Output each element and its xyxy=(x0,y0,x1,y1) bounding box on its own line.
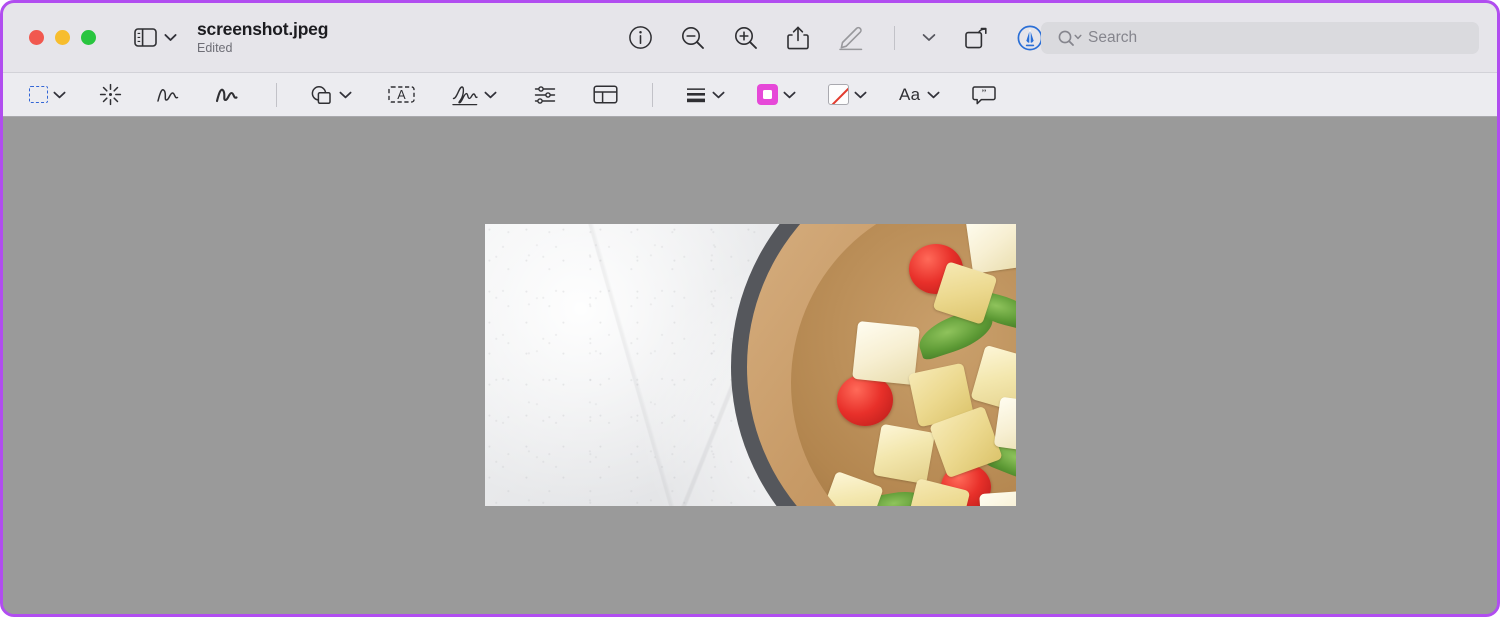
selection-chevron-down-icon[interactable] xyxy=(53,91,66,99)
sidebar-chevron-down-icon[interactable] xyxy=(164,33,177,42)
bowl-cavity xyxy=(790,224,1016,506)
sidebar-icon[interactable] xyxy=(134,28,157,47)
sketch-tool[interactable] xyxy=(155,84,181,106)
markup-group-selection xyxy=(29,83,240,106)
border-color-chevron-down-icon[interactable] xyxy=(783,91,796,99)
image-canvas[interactable] xyxy=(3,117,1497,614)
signature-chevron-down-icon[interactable] xyxy=(484,91,497,99)
markup-chevron-down-icon[interactable] xyxy=(922,33,936,42)
dashed-rect-icon xyxy=(29,86,48,103)
food-cube xyxy=(964,224,1016,274)
text-style-icon: Aa xyxy=(899,84,921,104)
search-input[interactable]: Search xyxy=(1041,22,1479,54)
svg-text:”: ” xyxy=(982,87,987,99)
instant-alpha-tool[interactable] xyxy=(99,83,122,106)
selection-tool[interactable] xyxy=(29,86,66,103)
svg-text:A: A xyxy=(397,88,406,102)
wooden-bowl xyxy=(730,224,1016,506)
shapes-tool[interactable] xyxy=(309,84,352,106)
text-box-icon: A xyxy=(388,84,415,105)
share-icon[interactable] xyxy=(786,25,810,51)
search-placeholder-text: Search xyxy=(1088,29,1138,46)
color-swatch-icon xyxy=(757,84,778,105)
text-style-tool[interactable]: Aa xyxy=(899,85,940,105)
titlebar-tool-cluster xyxy=(628,3,1044,72)
fill-color-chevron-down-icon[interactable] xyxy=(854,91,867,99)
sparkle-icon xyxy=(99,83,122,106)
border-color-tool[interactable] xyxy=(757,84,796,105)
shape-style-chevron-down-icon[interactable] xyxy=(712,91,725,99)
document-edit-status: Edited xyxy=(197,40,233,55)
sliders-icon xyxy=(533,84,557,106)
markup-divider-1 xyxy=(276,82,277,107)
draw-tool[interactable] xyxy=(214,84,240,106)
markup-toolbar: A Aa ” xyxy=(3,72,1497,117)
no-fill-icon xyxy=(828,84,849,105)
markup-group-shapes: A xyxy=(309,83,618,107)
speech-bubble-icon: ” xyxy=(972,84,997,106)
markup-divider-2 xyxy=(652,82,653,107)
food-cube xyxy=(819,470,884,506)
frame-icon xyxy=(593,84,618,105)
text-tool[interactable]: A xyxy=(388,84,415,105)
zoom-out-icon[interactable] xyxy=(680,25,706,51)
rotate-icon[interactable] xyxy=(963,25,989,51)
close-button[interactable] xyxy=(29,30,44,45)
sketch-icon xyxy=(155,84,181,106)
bowl-inner-rim xyxy=(746,224,1016,506)
text-style-chevron-down-icon[interactable] xyxy=(927,91,940,99)
line-weight-icon xyxy=(685,85,707,105)
adjust-size-tool[interactable] xyxy=(593,84,618,105)
maximize-button[interactable] xyxy=(81,30,96,45)
markup-pen-icon[interactable] xyxy=(837,25,867,51)
shape-style-tool[interactable] xyxy=(685,85,725,105)
shapes-icon xyxy=(309,84,334,106)
adjust-color-tool[interactable] xyxy=(533,84,557,106)
minimize-button[interactable] xyxy=(55,30,70,45)
annotate-icon[interactable] xyxy=(1016,24,1044,52)
fill-color-tool[interactable] xyxy=(828,84,867,105)
signature-icon xyxy=(451,83,479,107)
shapes-chevron-down-icon[interactable] xyxy=(339,91,352,99)
document-title-block: screenshot.jpeg Edited xyxy=(197,19,328,55)
signature-tool[interactable] xyxy=(451,83,497,107)
food-cube xyxy=(872,423,935,485)
draw-icon xyxy=(214,84,240,106)
search-icon[interactable] xyxy=(1057,29,1083,47)
markup-group-style: Aa ” xyxy=(685,84,997,106)
toolbar-divider xyxy=(894,25,895,50)
window-titlebar: screenshot.jpeg Edited Search xyxy=(3,3,1497,72)
traffic-light-controls xyxy=(29,30,96,45)
page-title: screenshot.jpeg xyxy=(197,19,329,40)
annotation-tool[interactable]: ” xyxy=(972,84,997,106)
sidebar-toggle-group[interactable] xyxy=(134,28,177,47)
info-icon[interactable] xyxy=(628,25,653,50)
preview-window: screenshot.jpeg Edited Search A Aa ” xyxy=(0,0,1500,617)
zoom-in-icon[interactable] xyxy=(733,25,759,51)
salad-bowl-photo[interactable] xyxy=(484,224,1016,506)
